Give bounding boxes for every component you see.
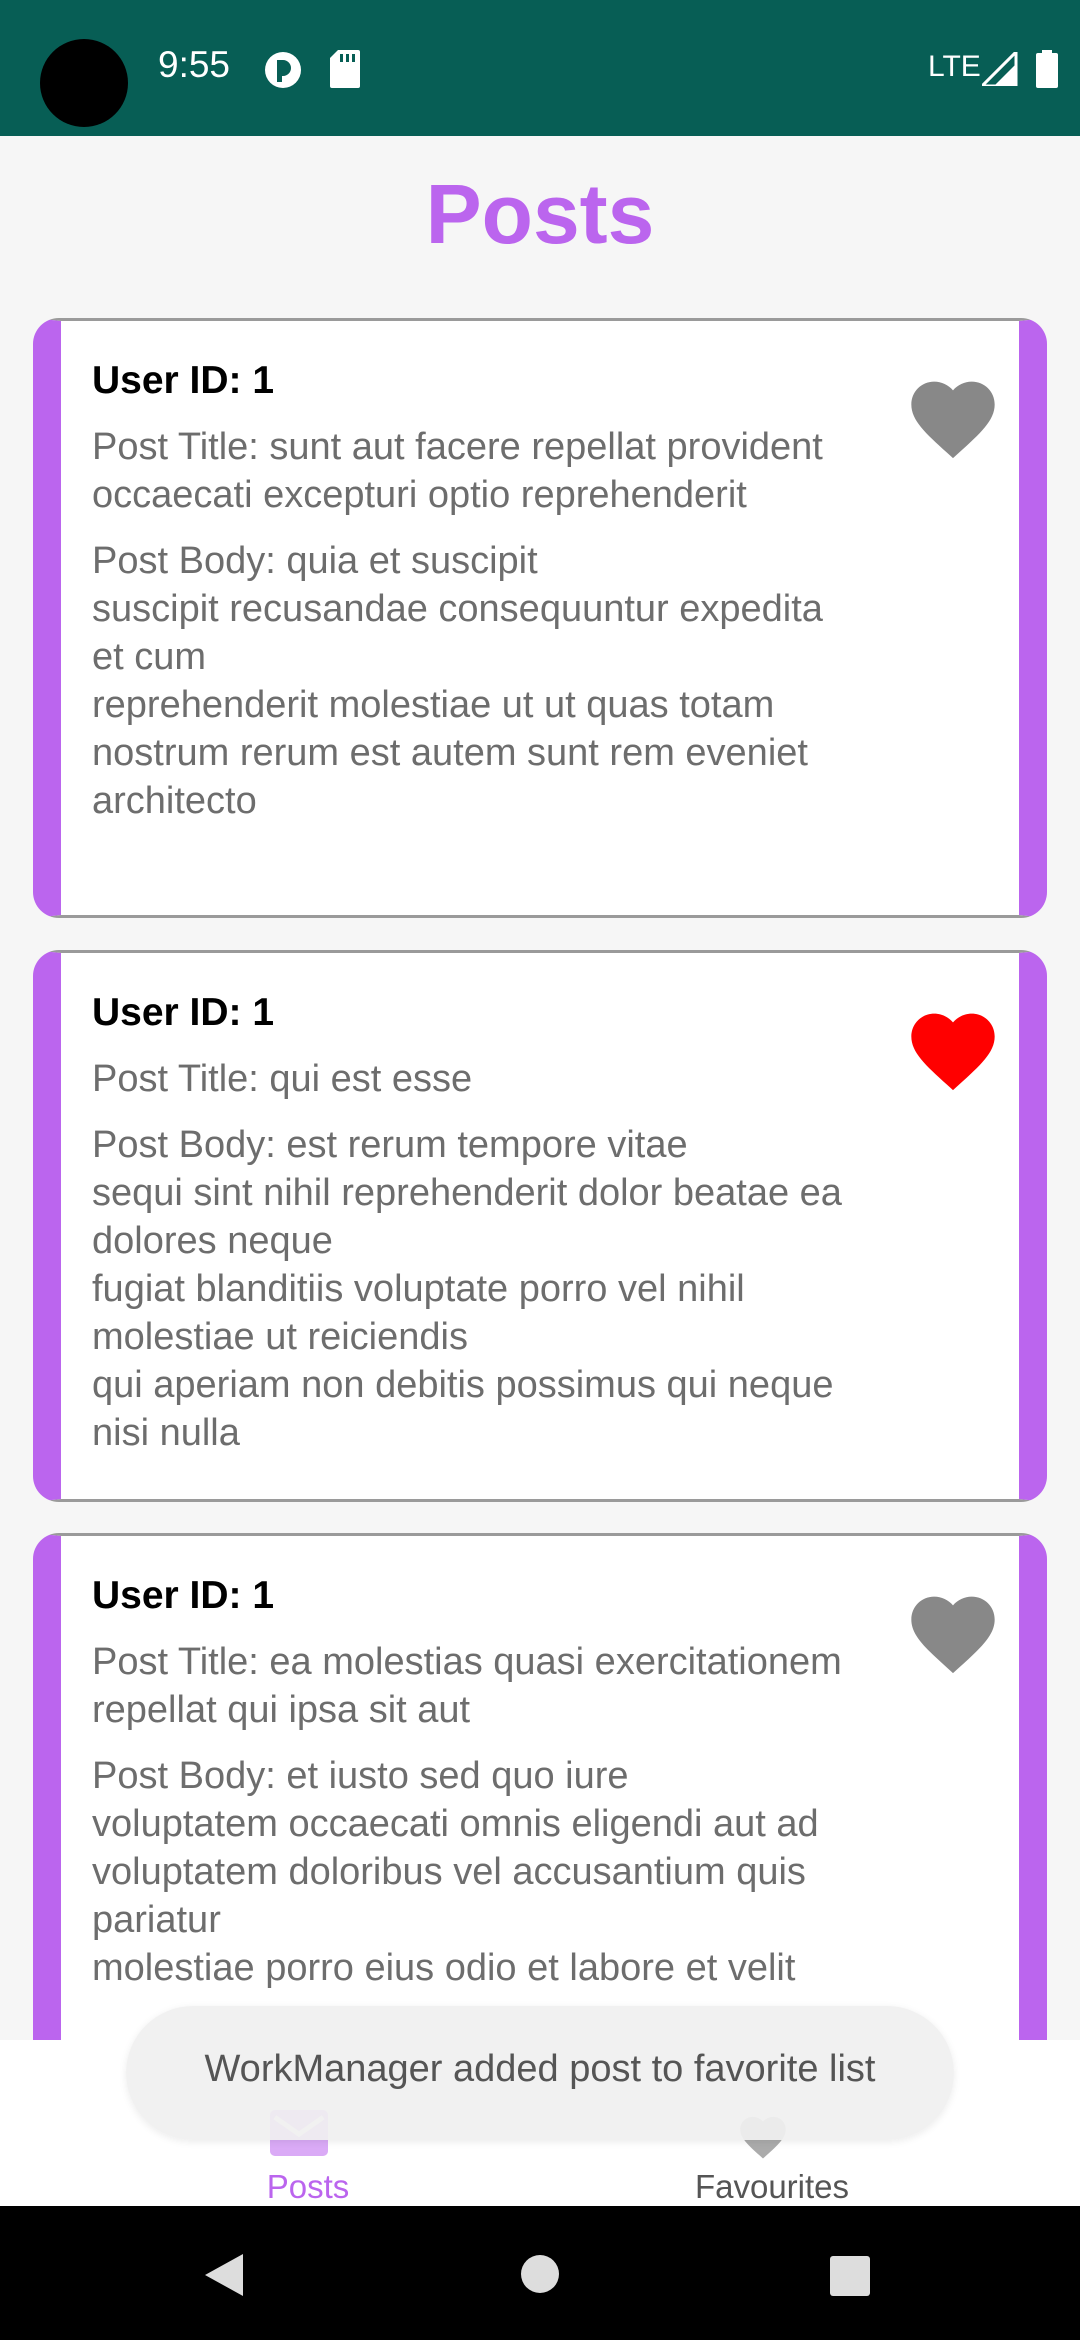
- data-saver-icon: [265, 52, 301, 88]
- post-user-id: User ID: 1: [92, 1574, 275, 1617]
- status-bar: 9:55 LTE: [0, 0, 1080, 136]
- post-title: Post Title: ea molestias quasi exercitat…: [92, 1641, 842, 1731]
- post-user-id: User ID: 1: [92, 359, 275, 402]
- page-title: Posts: [425, 167, 655, 261]
- post-card[interactable]: User ID: 1 Post Title: sunt aut facere r…: [33, 318, 1047, 918]
- home-icon[interactable]: [520, 2254, 560, 2294]
- post-body: Post Body: est rerum tempore vitae sequi…: [92, 1124, 842, 1454]
- nav-label-posts: Posts: [266, 2168, 350, 2205]
- post-content: User ID: 1 Post Title: qui est esse Post…: [92, 989, 852, 1457]
- network-type: LTE: [928, 50, 981, 83]
- signal-icon: [982, 52, 1018, 86]
- post-content: User ID: 1 Post Title: sunt aut facere r…: [92, 357, 852, 825]
- favorite-heart-icon[interactable]: [903, 369, 1003, 461]
- recents-icon[interactable]: [830, 2256, 870, 2296]
- snackbar: WorkManager added post to favorite list: [126, 2006, 954, 2140]
- favorite-heart-icon[interactable]: [903, 1584, 1003, 1676]
- post-body: Post Body: quia et suscipit suscipit rec…: [92, 540, 823, 822]
- post-title: Post Title: sunt aut facere repellat pro…: [92, 426, 823, 516]
- post-body: Post Body: et iusto sed quo iure volupta…: [92, 1755, 819, 1989]
- post-content: User ID: 1 Post Title: ea molestias quas…: [92, 1572, 852, 1992]
- post-card[interactable]: User ID: 1 Post Title: qui est esse Post…: [33, 950, 1047, 1502]
- camera-cutout: [40, 39, 128, 127]
- post-title: Post Title: qui est esse: [92, 1058, 473, 1100]
- nav-label-favourites: Favourites: [694, 2168, 850, 2205]
- favorite-heart-icon[interactable]: [903, 1001, 1003, 1093]
- system-navigation-bar: [0, 2206, 1080, 2340]
- back-icon[interactable]: [205, 2254, 245, 2296]
- snackbar-message: WorkManager added post to favorite list: [204, 2048, 876, 2090]
- post-user-id: User ID: 1: [92, 991, 275, 1034]
- status-time: 9:55: [158, 44, 231, 85]
- sd-card-icon: [330, 50, 360, 88]
- battery-icon: [1036, 50, 1058, 88]
